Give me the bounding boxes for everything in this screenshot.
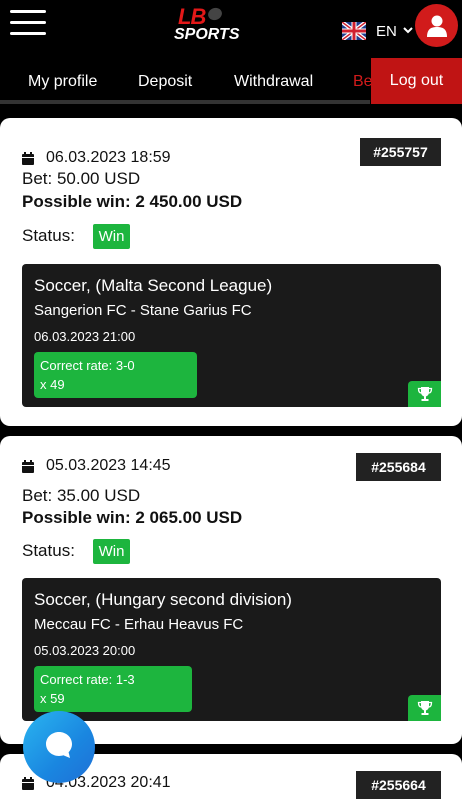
chat-button[interactable] <box>23 711 95 783</box>
bet-card: 05.03.2023 14:45 #255684 Bet: 35.00 USD … <box>0 436 462 744</box>
ball-icon <box>206 5 224 23</box>
tab-my-profile[interactable]: My profile <box>28 73 97 91</box>
trophy-icon <box>408 381 441 407</box>
rate-badge: Correct rate: 3-0 x 49 <box>34 352 197 398</box>
status-badge: Win <box>93 224 130 249</box>
bet-amount: Bet: 35.00 USD <box>22 486 141 505</box>
chevron-down-icon <box>403 25 413 37</box>
odds: x 59 <box>40 691 65 706</box>
correct-rate: Correct rate: 1-3 <box>40 672 135 687</box>
match-details: Soccer, (Hungary second division) Meccau… <box>22 578 441 721</box>
tab-withdrawal[interactable]: Withdrawal <box>234 73 313 91</box>
bet-card: 06.03.2023 18:59 #255757 Bet: 50.00 USD … <box>0 118 462 426</box>
calendar-icon <box>22 776 34 790</box>
bet-id: #255684 <box>356 453 441 481</box>
odds: x 49 <box>40 377 65 392</box>
logout-button[interactable]: Log out <box>371 58 462 104</box>
match-details: Soccer, (Malta Second League) Sangerion … <box>22 264 441 407</box>
bet-amount: Bet: 50.00 USD <box>22 169 141 188</box>
menu-icon[interactable] <box>10 10 48 36</box>
calendar-icon <box>22 459 34 473</box>
match-date: 05.03.2023 20:00 <box>34 643 136 658</box>
bet-date-row: 05.03.2023 14:45 <box>22 457 171 475</box>
possible-win: Possible win: 2 065.00 USD <box>22 508 243 527</box>
match-league: Soccer, (Hungary second division) <box>34 590 292 609</box>
status-label: Status: <box>22 541 75 560</box>
bet-id: #255757 <box>360 138 441 166</box>
language-selector[interactable]: EN <box>340 20 413 42</box>
chat-icon <box>43 729 75 766</box>
calendar-icon <box>22 151 34 165</box>
logo[interactable]: LB SPORTS <box>172 4 240 44</box>
tab-deposit[interactable]: Deposit <box>138 73 192 91</box>
match-league: Soccer, (Malta Second League) <box>34 276 273 295</box>
user-icon[interactable] <box>415 4 458 47</box>
bet-date: 05.03.2023 14:45 <box>46 457 171 474</box>
match-date: 06.03.2023 21:00 <box>34 329 136 344</box>
status-label: Status: <box>22 226 75 245</box>
match-teams: Meccau FC - Erhau Heavus FC <box>34 616 244 633</box>
possible-win: Possible win: 2 450.00 USD <box>22 192 243 211</box>
header: LB SPORTS EN <box>0 0 462 60</box>
match-teams: Sangerion FC - Stane Garius FC <box>34 302 252 319</box>
logo-bottom-text: SPORTS <box>174 26 240 43</box>
trophy-icon <box>408 695 441 721</box>
bet-date: 06.03.2023 18:59 <box>46 149 171 166</box>
rate-badge: Correct rate: 1-3 x 59 <box>34 666 192 712</box>
bets-list: 06.03.2023 18:59 #255757 Bet: 50.00 USD … <box>0 104 462 800</box>
status-badge: Win <box>93 539 130 564</box>
language-label: EN <box>376 22 397 40</box>
bet-date-row: 06.03.2023 18:59 <box>22 149 171 167</box>
uk-flag-icon <box>340 20 368 42</box>
correct-rate: Correct rate: 3-0 <box>40 358 135 373</box>
bet-id: #255664 <box>356 771 441 799</box>
